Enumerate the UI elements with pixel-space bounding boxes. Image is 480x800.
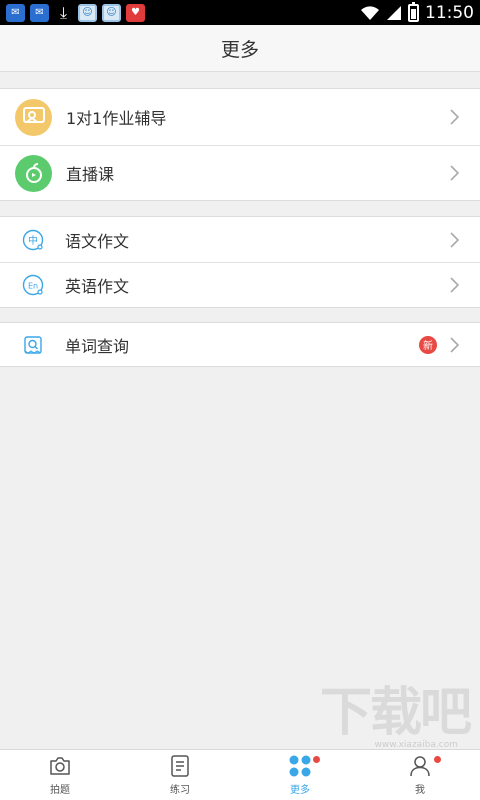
chevron-right-icon: [450, 165, 460, 181]
menu-item-label: 单词查询: [65, 336, 130, 356]
chinese-essay-icon: 中: [22, 229, 44, 251]
tab-label: 我: [415, 785, 425, 796]
tab-label: 练习: [170, 785, 190, 796]
document-icon: [171, 755, 189, 777]
chevron-right-icon: [450, 231, 460, 248]
status-time: 11:50: [425, 2, 474, 23]
game-icon: ♥: [126, 3, 145, 22]
menu-group-tutoring: 1对1作业辅导 直播课: [0, 88, 480, 201]
tab-label: 拍题: [50, 785, 70, 796]
tab-photo-search[interactable]: 拍题: [0, 750, 120, 800]
live-class-icon: [15, 154, 52, 192]
download-icon: ⤓: [59, 2, 68, 22]
menu-group-essays: 中 语文作文 En 英语作文: [0, 216, 480, 308]
menu-item-word-search[interactable]: 单词查询 新: [0, 323, 480, 366]
word-search-icon: [22, 334, 44, 356]
camera-icon: [50, 757, 70, 775]
menu-item-label: 语文作文: [65, 231, 130, 251]
app-notify-icon: ✉: [30, 3, 49, 22]
battery-icon: [408, 1, 419, 22]
chevron-right-icon: [450, 109, 460, 125]
app-notify-icon: ✉: [6, 3, 25, 22]
new-badge: 新: [419, 335, 437, 354]
tab-label: 更多: [290, 785, 310, 796]
tab-practice[interactable]: 练习: [120, 750, 240, 800]
menu-item-chinese-essay[interactable]: 中 语文作文: [0, 217, 480, 262]
page-title: 更多: [220, 38, 259, 61]
chinese-glyph: 中: [28, 234, 38, 247]
notification-icons: ✉ ✉ ⤓ ☺ ☺ ♥: [6, 2, 145, 23]
menu-item-english-essay[interactable]: En 英语作文: [0, 262, 480, 307]
menu-group-dictionary: 单词查询 新: [0, 322, 480, 367]
watermark-logo: 下载吧: [319, 683, 472, 743]
chevron-right-icon: [450, 336, 460, 353]
tab-more[interactable]: 更多: [240, 750, 360, 800]
chat-icon: ☺: [102, 3, 121, 22]
english-glyph: En: [28, 282, 38, 291]
menu-item-label: 直播课: [66, 165, 115, 184]
top-app-bar: 更多: [0, 25, 480, 72]
tab-me[interactable]: 我: [360, 750, 480, 800]
bottom-tab-bar: 拍题 练习 更多 我: [0, 749, 480, 800]
user-icon: [410, 756, 430, 777]
menu-item-label: 1对1作业辅导: [66, 109, 167, 128]
menu-item-label: 英语作文: [65, 277, 130, 296]
chevron-right-icon: [450, 277, 460, 293]
signal-icon: [387, 5, 401, 20]
menu-item-tutoring[interactable]: 1对1作业辅导: [0, 89, 480, 145]
more-icon: [289, 755, 311, 777]
notification-dot: [434, 756, 441, 763]
menu-item-live-class[interactable]: 直播课: [0, 145, 480, 200]
status-bar: ✉ ✉ ⤓ ☺ ☺ ♥ 11:50: [0, 0, 480, 25]
wifi-icon: [361, 5, 379, 20]
tutoring-icon: [15, 98, 52, 136]
chat-icon: ☺: [78, 3, 97, 22]
notification-dot: [313, 756, 320, 763]
english-essay-icon: En: [22, 274, 44, 296]
